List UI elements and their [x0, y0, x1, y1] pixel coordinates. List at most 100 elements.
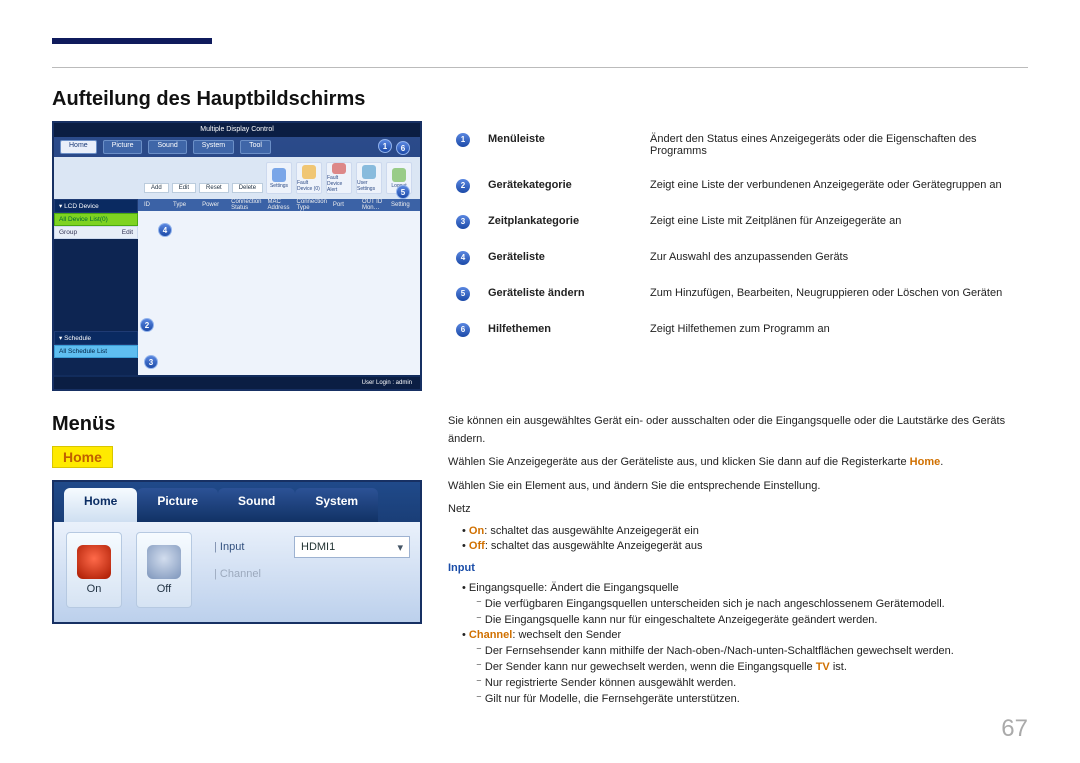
side-lcd: ▾ LCD Device [54, 199, 138, 213]
mock1-tab-sound: Sound [148, 140, 186, 154]
legend-table: 1MenüleisteÄndert den Status eines Anzei… [448, 121, 1028, 349]
mock1-main: ID Type Power Connection Status MAC Addr… [138, 199, 420, 375]
power-on-icon [77, 545, 111, 579]
legend-row: 2GerätekategorieZeigt eine Liste der ver… [450, 169, 1026, 203]
input-label: | Input [214, 541, 284, 553]
list-item: Die verfügbaren Eingangsquellen untersch… [476, 597, 1028, 610]
mock1-tab-tool: Tool [240, 140, 271, 154]
legend-row: 3ZeitplankategorieZeigt eine Liste mit Z… [450, 205, 1026, 239]
mcbtn-edit: Edit [172, 183, 196, 193]
netz-label: Netz [448, 501, 1028, 519]
callout-4: 4 [158, 223, 172, 237]
list-item: Gilt nur für Modelle, die Fernsehgeräte … [476, 692, 1028, 705]
callout-5: 5 [396, 185, 410, 199]
legend-desc: Ändert den Status eines Anzeigegeräts od… [644, 123, 1026, 167]
callout-2: 2 [140, 318, 154, 332]
toolbtn-settings: Settings [266, 162, 292, 194]
power-off-icon [147, 545, 181, 579]
mock1-title: Multiple Display Control [54, 123, 420, 137]
screenshot-main: Multiple Display Control Home Picture So… [52, 121, 422, 391]
para: Wählen Sie Anzeigegeräte aus der Gerätel… [448, 454, 1028, 472]
mock2-tab-system: System [295, 488, 378, 522]
legend-desc: Zur Auswahl des anzupassenden Geräts [644, 241, 1026, 275]
side-schedlist: All Schedule List [54, 345, 138, 358]
legend-desc: Zum Hinzufügen, Bearbeiten, Neugruppiere… [644, 277, 1026, 311]
header-hairline [52, 67, 1028, 68]
home-tag: Home [52, 446, 113, 468]
channel-list: Channel: wechselt den Sender [448, 629, 1028, 641]
legend-label: Gerätekategorie [482, 169, 642, 203]
power-off-button: Off [136, 532, 192, 608]
legend-row: 1MenüleisteÄndert den Status eines Anzei… [450, 123, 1026, 167]
mock1-tblhdr: ID Type Power Connection Status MAC Addr… [138, 199, 420, 211]
power-on-button: On [66, 532, 122, 608]
input-row: | Input HDMI1▾ [214, 536, 410, 558]
list-item: Off: schaltet das ausgewählte Anzeigeger… [462, 540, 1028, 552]
legend-label: Zeitplankategorie [482, 205, 642, 239]
side-sched: ▾ Schedule [54, 331, 138, 345]
mock1-body: ▾ LCD Device All Device List(0) GroupEdi… [54, 199, 420, 375]
mock1-tab-picture: Picture [103, 140, 143, 154]
callout-3: 3 [144, 355, 158, 369]
side-alldev: All Device List(0) [54, 213, 138, 226]
input-list: Eingangsquelle: Ändert die Eingangsquell… [448, 582, 1028, 594]
mock1-side: ▾ LCD Device All Device List(0) GroupEdi… [54, 199, 138, 375]
toolbtn-fault-alert: Fault Device Alert [326, 162, 352, 194]
callout-1: 1 [378, 139, 392, 153]
right-col-2: Sie können ein ausgewähltes Gerät ein- o… [448, 413, 1028, 708]
list-item: Nur registrierte Sender können ausgewähl… [476, 676, 1028, 689]
legend-desc: Zeigt Hilfethemen zum Programm an [644, 313, 1026, 347]
mock2-tab-sound: Sound [218, 488, 295, 522]
legend-desc: Zeigt eine Liste mit Zeitplänen für Anze… [644, 205, 1026, 239]
mcbtn-reset: Reset [199, 183, 229, 193]
legend-row: 6HilfethemenZeigt Hilfethemen zum Progra… [450, 313, 1026, 347]
channel-sublist: Der Fernsehsender kann mithilfe der Nach… [448, 644, 1028, 705]
list-item: Channel: wechselt den Sender [462, 629, 1028, 641]
legend-row: 4GerätelisteZur Auswahl des anzupassende… [450, 241, 1026, 275]
input-select: HDMI1▾ [294, 536, 410, 558]
mock2-body: On Off | Input HDMI1▾ | Channel [54, 522, 420, 622]
legend-label: Hilfethemen [482, 313, 642, 347]
mock1-tabs: Home Picture Sound System Tool [54, 137, 420, 157]
left-col-2: Menüs Home Home Picture Sound System On … [52, 413, 422, 708]
callout-6: 6 [396, 141, 410, 155]
netz-list: On: schaltet das ausgewählte Anzeigegerä… [448, 525, 1028, 552]
header-rule [52, 38, 212, 44]
channel-label: | Channel [214, 568, 284, 580]
mcbtn-delete: Delete [232, 183, 263, 193]
mock2-tab-home: Home [64, 488, 137, 522]
heading-main: Aufteilung des Hauptbildschirms [52, 88, 1028, 111]
mock2-tabs: Home Picture Sound System [54, 482, 420, 522]
mcbtn-add: Add [144, 183, 169, 193]
mock1-tab-home: Home [60, 140, 97, 154]
mock2-power: On Off [54, 522, 204, 622]
toolbtn-fault: Fault Device (0) [296, 162, 322, 194]
legend-label: Geräteliste [482, 241, 642, 275]
para: Sie können ein ausgewähltes Gerät ein- o… [448, 413, 1028, 448]
list-item: On: schaltet das ausgewählte Anzeigegerä… [462, 525, 1028, 537]
legend-label: Geräteliste ändern [482, 277, 642, 311]
mock1-tab-system: System [193, 140, 234, 154]
chevron-down-icon: ▾ [397, 541, 403, 554]
heading-menus: Menüs [52, 413, 422, 436]
legend-desc: Zeigt eine Liste der verbundenen Anzeige… [644, 169, 1026, 203]
list-item: Eingangsquelle: Ändert die Eingangsquell… [462, 582, 1028, 594]
mock1-mainctrl: Add Edit Reset Delete [144, 183, 263, 193]
row-2: Menüs Home Home Picture Sound System On … [52, 413, 1028, 708]
mock2-fields: | Input HDMI1▾ | Channel [204, 522, 420, 622]
legend-row: 5Geräteliste ändernZum Hinzufügen, Bearb… [450, 277, 1026, 311]
left-col-1: Multiple Display Control Home Picture So… [52, 121, 422, 391]
list-item: Der Sender kann nur gewechselt werden, w… [476, 660, 1028, 673]
right-col-1: 1MenüleisteÄndert den Status eines Anzei… [448, 121, 1028, 391]
input-header: Input [448, 560, 1028, 578]
channel-row: | Channel [214, 568, 410, 580]
mock2-tab-picture: Picture [137, 488, 218, 522]
mock1-footer: User Login : admin [54, 377, 420, 389]
row-1: Multiple Display Control Home Picture So… [52, 121, 1028, 391]
input-sublist: Die verfügbaren Eingangsquellen untersch… [448, 597, 1028, 626]
page-number: 67 [1001, 715, 1028, 743]
legend-label: Menüleiste [482, 123, 642, 167]
side-group: GroupEdit [54, 226, 138, 239]
screenshot-home: Home Picture Sound System On Off | Input… [52, 480, 422, 624]
list-item: Die Eingangsquelle kann nur für eingesch… [476, 613, 1028, 626]
